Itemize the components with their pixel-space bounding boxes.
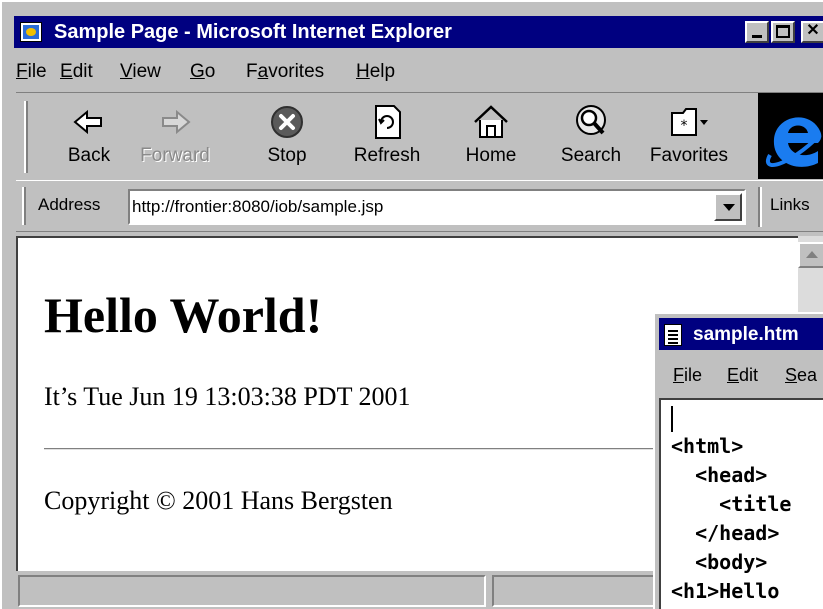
scroll-up-button[interactable] xyxy=(798,242,823,268)
stop-icon xyxy=(271,106,303,138)
notepad-menu-search-accel: S xyxy=(785,365,798,385)
address-input[interactable] xyxy=(132,194,712,220)
code-line: <h1>Hello xyxy=(671,579,780,603)
stop-label: Stop xyxy=(267,145,307,166)
notepad-menu-bar: File Edit Sea xyxy=(659,354,823,394)
menu-view[interactable]: View xyxy=(120,61,161,83)
search-icon xyxy=(576,105,606,135)
notepad-title-bar[interactable]: sample.htm xyxy=(659,318,823,350)
toolbar-grip[interactable] xyxy=(24,101,28,173)
forward-icon xyxy=(162,109,191,135)
links-button[interactable]: Links xyxy=(770,195,810,215)
ie-window: Sample Page - Microsoft Internet Explore… xyxy=(0,0,823,609)
ie-logo-icon xyxy=(766,117,822,167)
code-line: <head> xyxy=(671,463,768,487)
status-pane-main xyxy=(18,575,486,607)
notepad-menu-file[interactable]: File xyxy=(673,365,702,386)
minimize-icon xyxy=(752,35,762,38)
search-button[interactable]: Search xyxy=(548,97,634,177)
notepad-menu-search-label: ea xyxy=(797,365,818,385)
notepad-menu-file-label: ile xyxy=(684,365,703,385)
menu-bar: File Edit View Go Favorites Help xyxy=(14,52,823,92)
notepad-icon[interactable] xyxy=(664,324,682,346)
ie-logo xyxy=(758,93,823,179)
menu-help-accel: H xyxy=(356,61,370,82)
menu-go-label: o xyxy=(204,61,216,82)
standard-toolbar: Back Forward Stop Refresh Home Search * … xyxy=(16,92,823,179)
minimize-button[interactable] xyxy=(745,21,769,43)
address-field[interactable] xyxy=(128,189,746,225)
code-line: <body> xyxy=(671,550,768,574)
menu-file-accel: F xyxy=(16,61,28,82)
home-icon xyxy=(474,105,508,138)
title-bar[interactable]: Sample Page - Microsoft Internet Explore… xyxy=(14,16,823,48)
home-label: Home xyxy=(465,145,517,166)
notepad-window[interactable]: sample.htm File Edit Sea <html> <head> <… xyxy=(653,312,823,609)
back-button[interactable]: Back xyxy=(46,97,132,177)
home-button[interactable]: Home xyxy=(448,97,534,177)
search-label: Search xyxy=(560,145,622,166)
address-label: Address xyxy=(38,195,101,214)
menu-favorites-accel: a xyxy=(257,61,269,82)
notepad-menu-edit-label: dit xyxy=(739,365,759,385)
favorites-icon: * xyxy=(671,108,708,136)
menu-help-label: elp xyxy=(369,61,396,82)
notepad-menu-search[interactable]: Sea xyxy=(785,365,817,386)
code-line: <html> xyxy=(671,434,744,458)
notepad-title: sample.htm xyxy=(693,324,799,345)
menu-go-accel: G xyxy=(190,61,205,82)
code-line: <title xyxy=(671,492,792,516)
page-heading: Hello World! xyxy=(44,287,323,343)
address-dropdown-button[interactable] xyxy=(714,193,742,221)
notepad-menu-edit[interactable]: Edit xyxy=(727,365,758,386)
address-bar: Address Links xyxy=(16,180,823,232)
notepad-text-area[interactable]: <html> <head> <title </head> <body> <h1>… xyxy=(659,398,823,609)
menu-favorites-pre: F xyxy=(246,61,258,82)
menu-help[interactable]: Help xyxy=(356,61,395,83)
menu-file-label: ile xyxy=(27,61,47,82)
status-pane-zone xyxy=(492,575,662,607)
code-line: </head> xyxy=(671,521,780,545)
back-icon xyxy=(73,109,102,135)
forward-label: Forward xyxy=(140,145,210,166)
menu-edit-label: dit xyxy=(72,61,93,82)
back-label: Back xyxy=(67,145,111,166)
stop-button[interactable]: Stop xyxy=(244,97,330,177)
menu-edit-accel: E xyxy=(60,61,73,82)
close-icon: ✕ xyxy=(806,22,820,39)
maximize-button[interactable] xyxy=(771,21,795,43)
text-cursor xyxy=(671,406,673,432)
page-date-line: It’s Tue Jun 19 13:03:38 PDT 2001 xyxy=(44,382,411,411)
refresh-label: Refresh xyxy=(353,145,421,166)
menu-view-accel: V xyxy=(120,61,133,82)
svg-text:*: * xyxy=(681,118,688,134)
favorites-label: Favorites xyxy=(649,145,729,166)
menu-go[interactable]: Go xyxy=(190,61,215,83)
page-copyright: Copyright © 2001 Hans Bergsten xyxy=(44,486,393,515)
ie-window-icon[interactable] xyxy=(20,22,42,42)
menu-favorites-label: vorites xyxy=(268,61,325,82)
close-button[interactable]: ✕ xyxy=(801,21,823,43)
refresh-button[interactable]: Refresh xyxy=(344,97,430,177)
menu-edit[interactable]: Edit xyxy=(60,61,93,83)
links-separator xyxy=(758,187,762,227)
forward-button[interactable]: Forward xyxy=(132,97,218,177)
menu-view-label: iew xyxy=(132,61,161,82)
refresh-icon xyxy=(375,105,401,139)
maximize-icon xyxy=(776,25,790,38)
window-title: Sample Page - Microsoft Internet Explore… xyxy=(54,21,452,43)
favorites-button[interactable]: * Favorites xyxy=(646,97,732,177)
menu-file[interactable]: File xyxy=(16,61,47,83)
address-grip[interactable] xyxy=(22,187,26,225)
notepad-menu-file-accel: F xyxy=(673,365,684,385)
menu-favorites[interactable]: Favorites xyxy=(246,61,324,83)
notepad-menu-edit-accel: E xyxy=(727,365,740,385)
